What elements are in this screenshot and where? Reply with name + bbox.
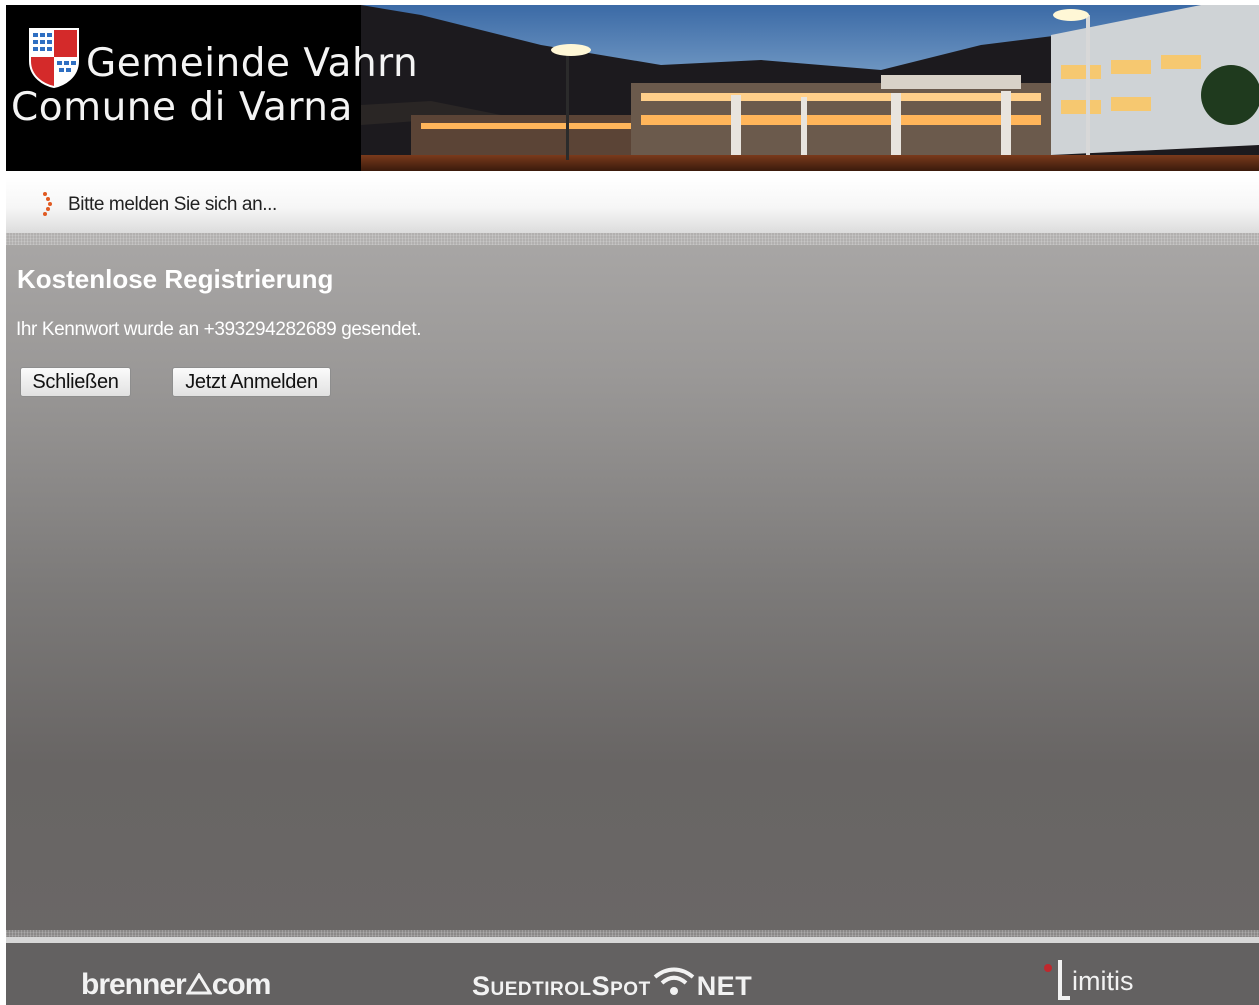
limitis-logo[interactable]: imitis xyxy=(1042,958,1134,1004)
suedtirolspot-logo-suffix: NET xyxy=(696,971,753,1001)
municipality-name-de: Gemeinde Vahrn xyxy=(86,41,419,86)
town-hall-night-photo xyxy=(361,5,1259,171)
login-hint-text: Bitte melden Sie sich an... xyxy=(68,194,277,215)
registration-panel: Kostenlose Registrierung Ihr Kennwort wu… xyxy=(6,233,1259,942)
close-button[interactable]: Schließen xyxy=(20,367,131,397)
login-now-button[interactable]: Jetzt Anmelden xyxy=(172,367,331,397)
suedtirolspot-logo[interactable]: SuedtirolSpot NET xyxy=(472,965,752,1002)
limitis-mark-icon xyxy=(1044,960,1070,1000)
password-sent-message: Ihr Kennwort wurde an +393294282689 gese… xyxy=(16,319,422,340)
dotted-arrow-icon xyxy=(43,192,52,216)
suedtirolspot-logo-text: SuedtirolSpot xyxy=(472,971,651,1001)
header-banner: Gemeinde Vahrn Comune di Varna xyxy=(6,5,1259,171)
triangle-icon xyxy=(185,973,212,995)
brenner-logo-suffix: com xyxy=(211,968,272,1001)
panel-top-strip xyxy=(6,233,1259,245)
coat-of-arms-icon xyxy=(29,28,79,89)
municipality-name-it: Comune di Varna xyxy=(11,85,353,130)
brenner-com-logo[interactable]: brenner com xyxy=(81,968,272,1002)
limitis-logo-text: imitis xyxy=(1072,966,1134,996)
page-title: Kostenlose Registrierung xyxy=(17,264,334,294)
wifi-icon xyxy=(653,967,694,995)
login-hint-bar: Bitte melden Sie sich an... xyxy=(6,177,1259,233)
page-frame: Gemeinde Vahrn Comune di Varna Bitte mel… xyxy=(6,5,1259,1005)
brenner-logo-text: brenner xyxy=(81,968,187,1001)
footer: brenner com SuedtirolSpot NET imitis xyxy=(6,943,1259,1005)
